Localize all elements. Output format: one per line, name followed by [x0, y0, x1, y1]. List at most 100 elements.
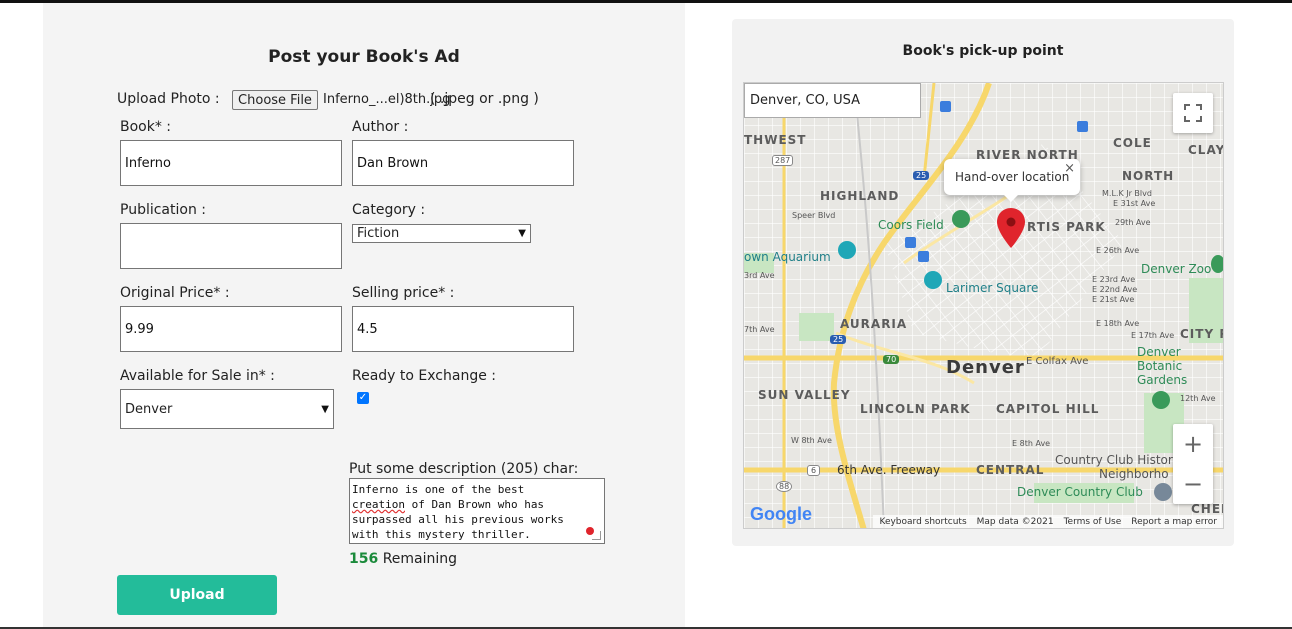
map-label-colfax: E Colfax Ave	[1026, 356, 1089, 367]
map-label-e-31st: E 31st Ave	[1113, 199, 1156, 208]
map-label-larimer-square: Larimer Square	[946, 281, 1039, 295]
report-error-link[interactable]: Report a map error	[1131, 517, 1217, 527]
upload-button[interactable]: Upload	[117, 575, 277, 615]
zoo-marker-icon[interactable]	[1211, 255, 1223, 273]
map-label-cherry: CHERR	[1191, 502, 1223, 516]
map-label-country-club-historic: Country Club Histor	[1055, 453, 1173, 467]
route-287-shield: 287	[772, 155, 794, 166]
zoom-control: + −	[1173, 424, 1213, 504]
exchange-label: Ready to Exchange :	[352, 368, 496, 384]
map-label-3rd-ave: 3rd Ave	[744, 271, 775, 280]
category-select[interactable]: Fiction ▼	[352, 224, 531, 243]
selling-price-input[interactable]: 4.5	[352, 306, 574, 352]
map-label-botanic-gardens: Denver Botanic Gardens	[1137, 345, 1188, 387]
route-70-shield: 70	[883, 355, 900, 364]
map-label-e-17th: E 17th Ave	[1131, 331, 1175, 340]
fullscreen-icon	[1184, 104, 1202, 122]
info-window: Hand-over location ×	[944, 159, 1080, 202]
terms-link[interactable]: Terms of Use	[1064, 517, 1122, 527]
location-pin-icon[interactable]	[997, 208, 1025, 248]
map-label-29th-ave: 29th Ave	[1115, 218, 1151, 227]
map-label-e-22nd: E 22nd Ave	[1092, 285, 1138, 294]
map-canvas[interactable]: THWEST HIGHLAND RIVER NORTH COLE CLAY NO…	[743, 82, 1224, 529]
category-label: Category :	[352, 202, 426, 218]
zoom-out-button[interactable]: −	[1173, 464, 1213, 504]
upload-photo-label: Upload Photo :	[117, 91, 220, 107]
map-label-e-8th: E 8th Ave	[1012, 439, 1051, 448]
map-label-6th-ave-freeway: 6th Ave. Freeway	[837, 463, 941, 477]
map-label-denver-zoo: Denver Zoo	[1141, 262, 1212, 276]
misspelled-word: creation	[352, 498, 405, 511]
map-label-cole: COLE	[1113, 136, 1152, 150]
map-label-7th-ave: 7th Ave	[744, 325, 775, 334]
map-search-input[interactable]: Denver, CO, USA	[744, 83, 921, 118]
keyboard-shortcuts-link[interactable]: Keyboard shortcuts	[879, 517, 966, 527]
close-icon[interactable]: ×	[1064, 161, 1075, 176]
map-footer: Keyboard shortcuts Map data ©2021 Terms …	[873, 515, 1223, 528]
map-label-speer-blvd: Speer Blvd	[792, 211, 836, 220]
map-label-curtis-park: RTIS PARK	[1027, 220, 1106, 234]
zoom-in-button[interactable]: +	[1173, 424, 1213, 464]
map-label-central: CENTRAL	[976, 463, 1045, 477]
exchange-checkbox[interactable]: ✓	[357, 392, 369, 404]
route-25-shield: 25	[913, 171, 930, 180]
route-6-shield: 6	[807, 465, 821, 476]
botanic-marker-icon[interactable]	[1152, 391, 1170, 409]
description-textarea[interactable]: Inferno is one of the best creation of D…	[349, 478, 605, 544]
map-label-clay: CLAY	[1188, 143, 1224, 157]
map-label-12th-ave: 12th Ave	[1180, 394, 1216, 403]
aquarium-marker-icon[interactable]	[838, 241, 856, 259]
map-label-e-18th: E 18th Ave	[1096, 319, 1140, 328]
map-label-northwest: THWEST	[744, 133, 807, 147]
map-label-neighborhood: Neighborho	[1099, 467, 1169, 481]
map-label-aquarium: own Aquarium	[744, 250, 831, 264]
ad-form-panel: Post your Book's Ad Upload Photo : Choos…	[43, 3, 685, 627]
transit-icon[interactable]	[1077, 121, 1088, 132]
country-club-marker-icon[interactable]	[1154, 483, 1172, 501]
coors-field-marker-icon[interactable]	[952, 210, 970, 228]
map-label-capitol-hill: CAPITOL HILL	[996, 402, 1100, 416]
remaining-counter: 156 Remaining	[349, 551, 458, 567]
fullscreen-button[interactable]	[1173, 93, 1213, 133]
publication-input[interactable]	[120, 223, 342, 269]
map-label-denver: Denver	[946, 357, 1025, 378]
publication-label: Publication :	[120, 202, 206, 218]
form-title: Post your Book's Ad	[268, 47, 460, 67]
map-label-city-park: CITY P	[1180, 327, 1223, 341]
map-label-lincoln-park: LINCOLN PARK	[860, 402, 971, 416]
available-selected-value: Denver	[125, 401, 173, 417]
grammar-indicator-icon[interactable]	[586, 527, 594, 535]
author-label: Author :	[352, 119, 409, 135]
available-label: Available for Sale in* :	[120, 368, 275, 384]
map-label-north: NORTH	[1122, 169, 1175, 183]
remaining-count: 156	[349, 551, 379, 567]
book-input[interactable]: Inferno	[120, 140, 342, 186]
choose-file-button[interactable]: Choose File	[232, 90, 318, 110]
map-data-text: Map data ©2021	[976, 517, 1054, 527]
chevron-down-icon: ▼	[518, 228, 526, 239]
map-label-e-23rd: E 23rd Ave	[1092, 275, 1136, 284]
info-window-text: Hand-over location	[955, 170, 1070, 184]
available-city-select[interactable]: Denver ▼	[120, 389, 334, 429]
map-panel: Book's pick-up point THWEST HIGHLAND RIV…	[732, 19, 1234, 546]
map-label-e-21st: E 21st Ave	[1092, 295, 1135, 304]
map-label-denver-country-club: Denver Country Club	[1017, 485, 1143, 499]
map-label-mlk-blvd: M.L.K Jr Blvd	[1102, 189, 1152, 198]
transit-icon[interactable]	[905, 237, 916, 248]
google-logo[interactable]: Google	[750, 504, 812, 525]
map-label-coors-field: Coors Field	[878, 218, 944, 232]
map-title: Book's pick-up point	[902, 43, 1064, 59]
route-25-shield-south: 25	[830, 335, 847, 344]
file-type-hint: ( .jpeg or .png )	[430, 91, 539, 107]
category-selected-value: Fiction	[357, 226, 400, 241]
author-input[interactable]: Dan Brown	[352, 140, 574, 186]
transit-icon[interactable]	[918, 251, 929, 262]
transit-icon[interactable]	[940, 101, 951, 112]
map-label-w-8th: W 8th Ave	[791, 436, 832, 445]
book-label: Book* :	[120, 119, 172, 135]
map-label-auraria: AURARIA	[840, 317, 908, 331]
original-price-input[interactable]: 9.99	[120, 306, 342, 352]
larimer-marker-icon[interactable]	[924, 271, 942, 289]
original-price-label: Original Price* :	[120, 285, 230, 301]
description-label: Put some description (205) char:	[349, 461, 579, 477]
